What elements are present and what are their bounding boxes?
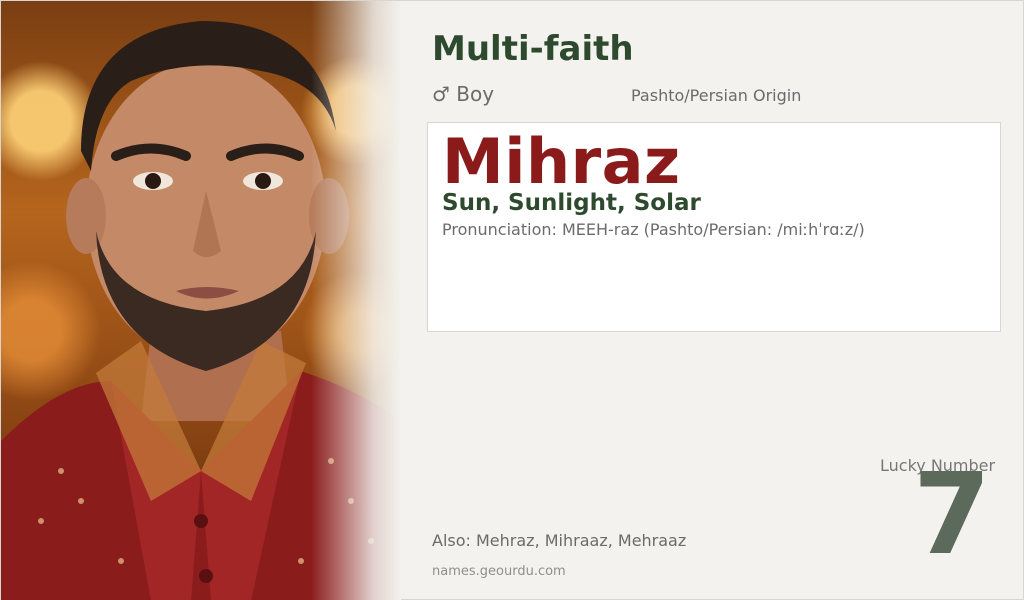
portrait-photo xyxy=(1,1,401,600)
gender-label: ♂ Boy xyxy=(432,82,495,106)
religion-title: Multi-faith xyxy=(432,29,634,69)
photo-edge-fade xyxy=(311,1,401,600)
name-card-graphic: Multi-faith ♂ Boy Pashto/Persian Origin … xyxy=(0,0,1024,600)
website-watermark: names.geourdu.com xyxy=(432,564,566,579)
lucky-number-value: 7 xyxy=(913,450,991,580)
name-panel: Mihraz Sun, Sunlight, Solar Pronunciatio… xyxy=(427,122,1001,332)
origin-label: Pashto/Persian Origin xyxy=(631,86,802,105)
baby-name: Mihraz xyxy=(442,125,681,198)
alternate-spellings: Also: Mehraz, Mihraaz, Mehraaz xyxy=(432,531,687,550)
name-meaning: Sun, Sunlight, Solar xyxy=(442,190,701,216)
pronunciation-text: Pronunciation: MEEH-raz (Pashto/Persian:… xyxy=(442,220,865,239)
